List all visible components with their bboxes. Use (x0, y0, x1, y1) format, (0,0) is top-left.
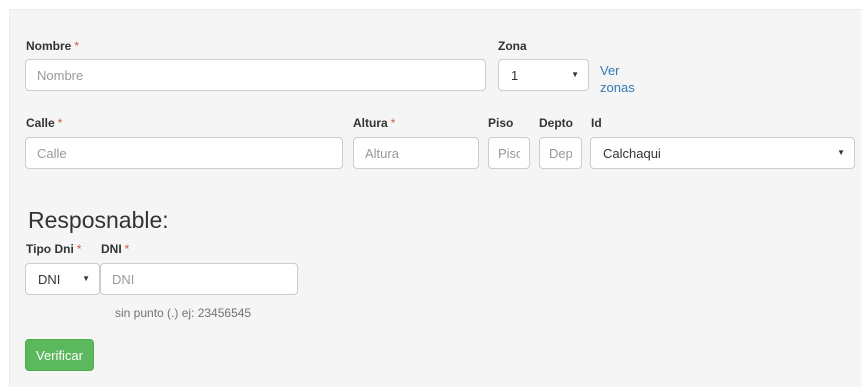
verificar-button[interactable]: Verificar (25, 339, 94, 371)
caret-down-icon: ▼ (571, 70, 579, 79)
nombre-input[interactable] (25, 59, 486, 91)
dni-required-mark: * (124, 242, 130, 256)
zona-label: Zona (498, 39, 527, 53)
id-selected-value: Calchaqui (603, 145, 661, 161)
nombre-label-text: Nombre (26, 39, 72, 53)
depto-label: Depto (539, 116, 573, 130)
tipo-dni-label-text: Tipo Dni (26, 242, 74, 256)
zona-select[interactable]: 1 ▼ (498, 59, 589, 91)
altura-required-mark: * (390, 116, 396, 130)
altura-input[interactable] (353, 137, 479, 169)
nombre-required-mark: * (74, 39, 80, 53)
altura-label-text: Altura (353, 116, 388, 130)
dni-label: DNI * (101, 242, 129, 256)
ver-zonas-link[interactable]: Ver zonas (600, 62, 646, 96)
calle-input[interactable] (25, 137, 343, 169)
zona-selected-value: 1 (511, 67, 519, 83)
section-title: Resposnable: (28, 207, 169, 233)
id-select[interactable]: Calchaqui ▼ (590, 137, 855, 169)
altura-label: Altura * (353, 116, 395, 130)
caret-down-icon: ▼ (837, 148, 845, 157)
dni-label-text: DNI (101, 242, 122, 256)
tipo-dni-select[interactable]: DNI ▼ (25, 263, 100, 295)
piso-label: Piso (488, 116, 514, 130)
dni-help-text: sin punto (.) ej: 23456545 (115, 306, 252, 320)
caret-down-icon: ▼ (82, 274, 90, 283)
tipo-dni-required-mark: * (76, 242, 82, 256)
calle-label-text: Calle (26, 116, 55, 130)
tipo-dni-selected-value: DNI (38, 271, 61, 287)
piso-input[interactable] (488, 137, 530, 169)
calle-required-mark: * (57, 116, 63, 130)
depto-input[interactable] (539, 137, 582, 169)
tipo-dni-label: Tipo Dni * (26, 242, 81, 256)
calle-label: Calle * (26, 116, 62, 130)
nombre-label: Nombre * (26, 39, 79, 53)
id-label: Id (591, 116, 602, 130)
dni-input[interactable] (100, 263, 298, 295)
